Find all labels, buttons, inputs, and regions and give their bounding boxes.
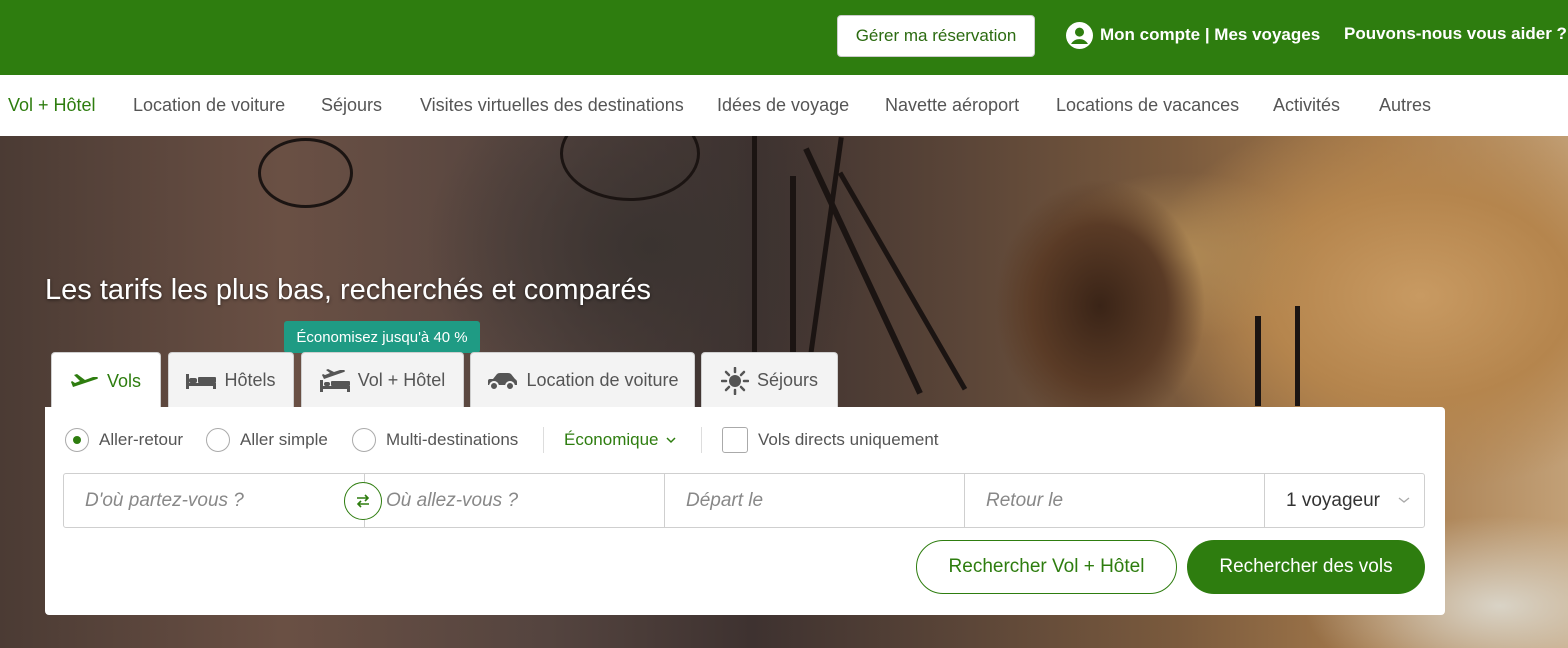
nav-item-more[interactable]: Autres xyxy=(1379,95,1431,116)
trip-type-multi-city[interactable]: Multi-destinations xyxy=(352,427,518,453)
departure-date-input[interactable]: Départ le xyxy=(664,474,964,527)
travelers-select[interactable]: 1 voyageur xyxy=(1264,474,1424,527)
trip-type-label: Aller simple xyxy=(240,430,328,449)
nav-item-car-rental[interactable]: Location de voiture xyxy=(133,95,285,116)
search-fields: D'où partez-vous ? Où allez-vous ? Dépar… xyxy=(63,473,1425,528)
tab-flight-hotel[interactable]: Vol + Hôtel xyxy=(301,352,464,408)
divider xyxy=(543,427,544,453)
car-icon xyxy=(488,372,518,391)
nav-item-stays[interactable]: Séjours xyxy=(321,95,382,116)
radio-unselected[interactable] xyxy=(352,428,376,452)
trip-type-label: Aller-retour xyxy=(99,430,184,449)
origin-input[interactable]: D'où partez-vous ? xyxy=(64,474,364,527)
chevron-down-icon xyxy=(665,437,676,444)
tab-flights[interactable]: Vols xyxy=(51,352,161,410)
search-flights-button[interactable]: Rechercher des vols xyxy=(1187,540,1425,594)
nav-item-travel-ideas[interactable]: Idées de voyage xyxy=(717,95,849,116)
destination-input[interactable]: Où allez-vous ? xyxy=(364,474,664,527)
trip-type-label: Multi-destinations xyxy=(386,430,519,449)
hero-banner: Les tarifs les plus bas, recherchés et c… xyxy=(0,136,1568,648)
travelers-label: 1 voyageur xyxy=(1286,489,1381,511)
manage-booking-button[interactable]: Gérer ma réservation xyxy=(837,15,1035,57)
nav-item-airport-shuttle[interactable]: Navette aéroport xyxy=(885,95,1019,116)
tab-hotels[interactable]: Hôtels xyxy=(168,352,294,408)
tab-stays[interactable]: Séjours xyxy=(701,352,838,408)
plane-bed-icon xyxy=(319,368,350,392)
account-link[interactable]: Mon compte | Mes voyages xyxy=(1066,16,1320,54)
sun-icon xyxy=(720,366,749,395)
tab-label: Vols xyxy=(106,371,142,391)
trip-type-round-trip[interactable]: Aller-retour xyxy=(65,427,183,453)
tab-car-rental[interactable]: Location de voiture xyxy=(470,352,695,408)
direct-flights-label: Vols directs uniquement xyxy=(758,430,939,449)
account-label: Mon compte | Mes voyages xyxy=(1100,25,1321,44)
promo-badge: Économisez jusqu'à 40 % xyxy=(284,321,480,360)
main-nav: Vol + Hôtel Location de voiture Séjours … xyxy=(0,75,1568,136)
radio-selected[interactable] xyxy=(65,428,89,452)
tab-label: Location de voiture xyxy=(526,370,679,390)
tab-label: Vol + Hôtel xyxy=(357,370,446,390)
nav-item-flight-hotel[interactable]: Vol + Hôtel xyxy=(8,95,96,116)
nav-item-activities[interactable]: Activités xyxy=(1273,95,1340,116)
direct-flights-checkbox[interactable]: Vols directs uniquement xyxy=(722,427,939,453)
swap-locations-button[interactable] xyxy=(344,482,382,520)
top-bar: Gérer ma réservation Mon compte | Mes vo… xyxy=(0,0,1568,75)
trip-type-one-way[interactable]: Aller simple xyxy=(206,427,328,453)
chevron-down-icon xyxy=(1398,497,1410,503)
divider xyxy=(701,427,702,453)
search-flight-hotel-button[interactable]: Rechercher Vol + Hôtel xyxy=(916,540,1177,594)
user-circle-icon xyxy=(1066,21,1093,49)
radio-unselected[interactable] xyxy=(206,428,230,452)
checkbox[interactable] xyxy=(722,427,748,453)
hero-title: Les tarifs les plus bas, recherchés et c… xyxy=(45,274,652,306)
tab-label: Hôtels xyxy=(224,370,276,390)
nav-item-virtual-tours[interactable]: Visites virtuelles des destinations xyxy=(420,95,684,116)
search-panel: Aller-retour Aller simple Multi-destinat… xyxy=(45,407,1445,615)
plane-icon xyxy=(70,373,98,387)
swap-arrows-icon xyxy=(356,494,370,508)
cabin-class-label: Économique xyxy=(564,430,659,449)
cabin-class-select[interactable]: Économique xyxy=(564,427,676,453)
bed-icon xyxy=(186,373,217,389)
return-date-input[interactable]: Retour le xyxy=(964,474,1264,527)
nav-item-vacation-rentals[interactable]: Locations de vacances xyxy=(1056,95,1239,116)
tab-label: Séjours xyxy=(756,370,819,390)
help-link[interactable]: Pouvons-nous vous aider ? xyxy=(1344,24,1567,44)
